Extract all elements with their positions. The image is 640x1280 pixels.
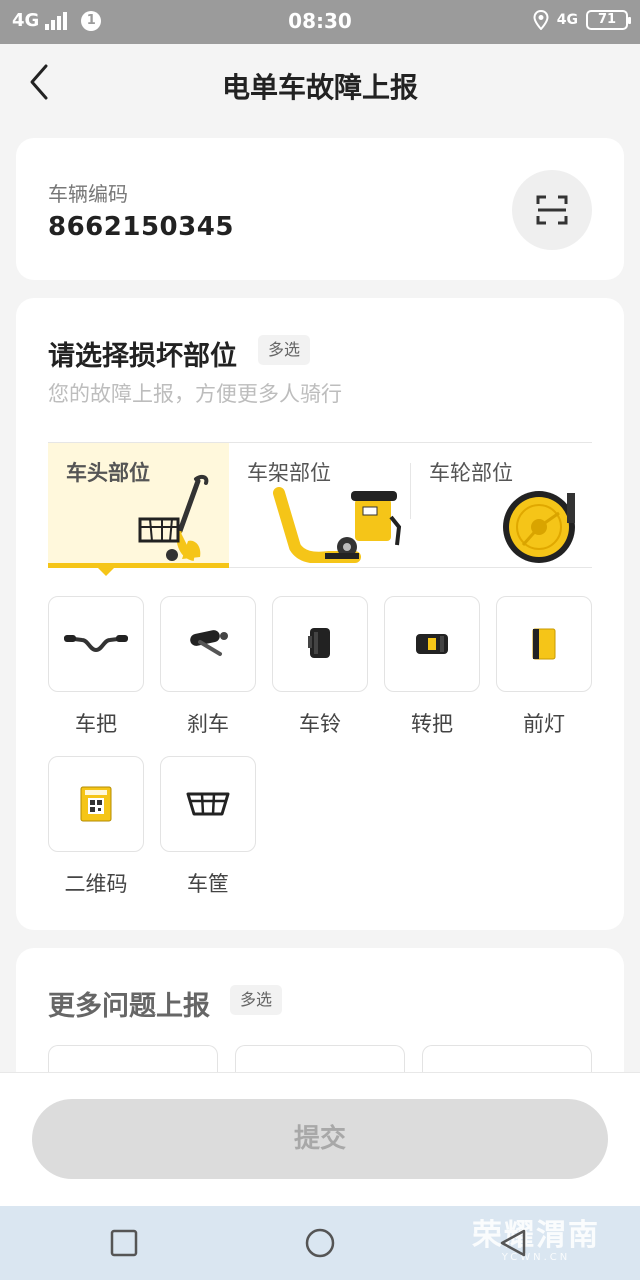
status-bar: 4G 1 08:30 4G 71 xyxy=(0,0,640,44)
part-label: 转把 xyxy=(411,712,453,736)
nav-bar: 电单车故障上报 xyxy=(0,44,640,124)
part-bell[interactable]: 车铃 xyxy=(272,596,368,738)
part-label: 刹车 xyxy=(187,712,229,736)
part-basket[interactable]: 车筐 xyxy=(160,756,256,898)
battery-icon: 71 xyxy=(586,10,631,30)
submit-button[interactable]: 提交 xyxy=(32,1099,608,1179)
part-handlebar[interactable]: 车把 xyxy=(48,596,144,738)
scooter-frame-icon xyxy=(273,487,402,563)
part-image-box xyxy=(48,596,144,692)
scooter-head-icon xyxy=(138,474,209,561)
tab-wheel[interactable]: 车轮部位 xyxy=(411,443,592,568)
handlebar-icon xyxy=(64,635,128,653)
part-image-box xyxy=(384,596,480,692)
triangle-back-icon xyxy=(500,1229,526,1257)
scan-icon xyxy=(536,195,568,225)
multi-select-badge: 多选 xyxy=(230,985,283,1015)
more-issues-title: 更多问题上报 xyxy=(48,991,210,1022)
parts-section-title: 请选择损坏部位 xyxy=(48,341,237,372)
part-label: 车筐 xyxy=(187,872,229,896)
network-type-right: 4G xyxy=(556,12,578,28)
qr-code-icon xyxy=(80,786,112,822)
part-label: 车把 xyxy=(75,712,117,736)
part-qr-code[interactable]: 二维码 xyxy=(48,756,144,898)
throttle-icon xyxy=(416,634,448,654)
headlight-icon xyxy=(532,628,556,660)
recent-apps-button[interactable] xyxy=(108,1227,140,1259)
part-image-box xyxy=(48,756,144,852)
status-right: 4G 71 xyxy=(533,10,631,30)
tab-label: 车架部位 xyxy=(247,461,331,485)
vehicle-code-value: 8662150345 xyxy=(48,212,234,242)
square-icon xyxy=(110,1229,138,1257)
part-brake[interactable]: 刹车 xyxy=(160,596,256,738)
parts-section-subtitle: 您的故障上报，方便更多人骑行 xyxy=(48,382,342,406)
watermark-text: 荣耀渭南 xyxy=(472,1218,600,1253)
vehicle-code-card: 车辆编码 8662150345 xyxy=(16,138,624,280)
location-icon xyxy=(533,10,549,30)
basket-icon xyxy=(186,792,230,816)
brake-icon xyxy=(190,630,228,656)
circle-icon xyxy=(305,1228,335,1258)
part-image-box xyxy=(160,596,256,692)
part-label: 二维码 xyxy=(64,872,128,896)
part-image-box xyxy=(496,596,592,692)
part-category-tabs: 车头部位 车架部位 车轮部位 xyxy=(48,442,592,568)
home-button[interactable] xyxy=(304,1227,336,1259)
active-tab-indicator xyxy=(98,568,114,576)
tab-frame[interactable]: 车架部位 xyxy=(229,443,410,568)
vehicle-code-label: 车辆编码 xyxy=(48,182,128,206)
bottom-action-bar: 提交 xyxy=(0,1072,640,1206)
part-image-box xyxy=(272,596,368,692)
multi-select-badge: 多选 xyxy=(258,335,311,365)
part-image-box xyxy=(160,756,256,852)
part-throttle[interactable]: 转把 xyxy=(384,596,480,738)
system-nav-bar: 荣耀渭南 YCWN.CN xyxy=(0,1206,640,1280)
bell-icon xyxy=(308,628,330,658)
more-issues-card: 更多问题上报 多选 xyxy=(16,948,624,1088)
watermark: 荣耀渭南 YCWN.CN xyxy=(472,1210,600,1263)
damaged-parts-card: 请选择损坏部位 多选 您的故障上报，方便更多人骑行 车头部位 车架部位 车轮部位… xyxy=(16,298,624,930)
part-label: 前灯 xyxy=(523,712,565,736)
tab-head[interactable]: 车头部位 xyxy=(48,443,229,568)
page-title: 电单车故障上报 xyxy=(221,71,418,104)
wheel-icon xyxy=(503,491,575,563)
scan-button[interactable] xyxy=(512,170,592,250)
part-headlight[interactable]: 前灯 xyxy=(496,596,592,738)
system-back-button[interactable] xyxy=(498,1227,530,1259)
part-label: 车铃 xyxy=(299,712,341,736)
